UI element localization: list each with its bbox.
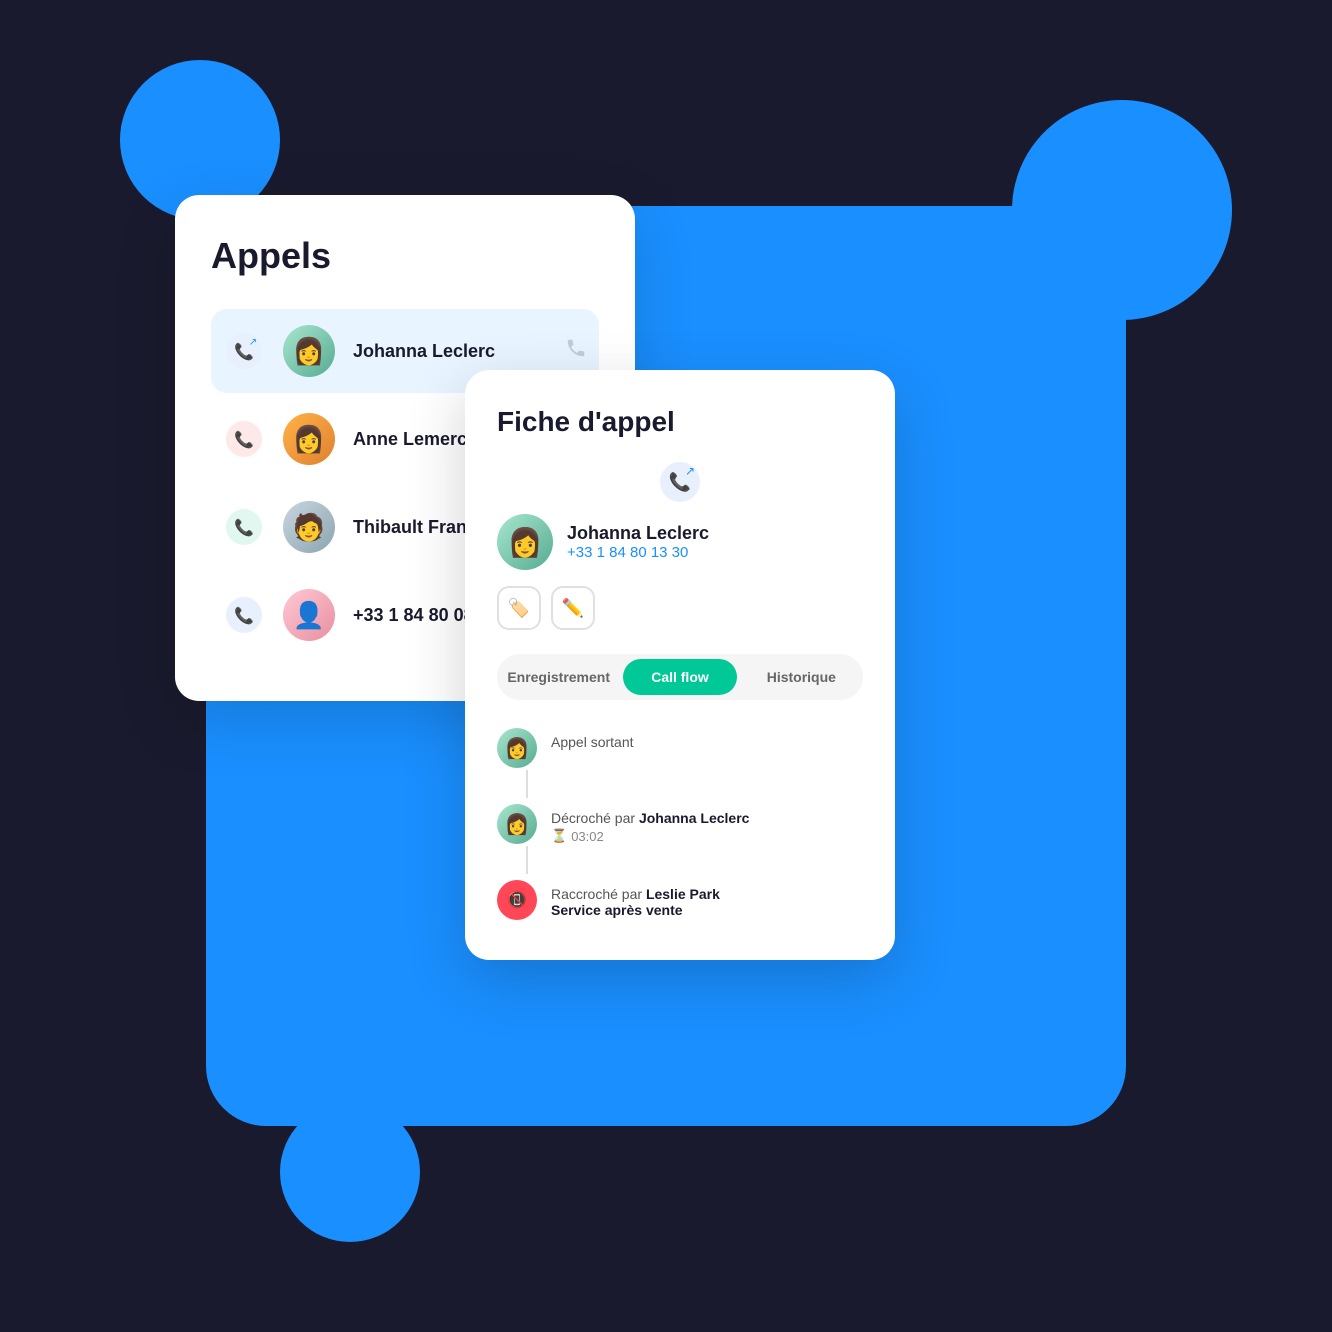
tab-historique[interactable]: Historique	[745, 659, 858, 695]
svg-text:↗: ↗	[249, 337, 257, 348]
blob-bottomleft	[280, 1102, 420, 1242]
tag-button[interactable]: 🏷️	[497, 586, 541, 630]
avatar-thibault: 🧑	[283, 501, 335, 553]
svg-text:📞: 📞	[234, 429, 254, 449]
call-icon-outgoing-johanna: 📞 ↗	[223, 330, 265, 372]
timeline-item-answered: 👩 Décroché par Johanna Leclerc ⏳ 03:02	[497, 804, 863, 880]
svg-text:📞: 📞	[234, 605, 254, 625]
timeline-label-step3-prefix: Raccroché par	[551, 886, 646, 902]
hourglass-icon: ⏳	[551, 828, 567, 844]
timeline-duration-value: 03:02	[571, 829, 604, 844]
timeline-duration-step2: ⏳ 03:02	[551, 828, 863, 844]
timeline-avatar-step1: 👩	[497, 728, 537, 768]
call-name-johanna: Johanna Leclerc	[353, 341, 547, 362]
avatar-johanna: 👩	[283, 325, 335, 377]
timeline-label-step3-bold: Leslie Park	[646, 886, 720, 902]
detail-panel: Fiche d'appel 📞 ↗ 👩 Johanna Leclerc +33 …	[465, 370, 895, 960]
scene: Appels 📞 ↗ 👩 Johanna Leclerc	[0, 0, 1332, 1332]
svg-text:↗: ↗	[685, 464, 695, 478]
detail-contact-name: Johanna Leclerc	[567, 523, 709, 544]
avatar-anne: 👩	[283, 413, 335, 465]
call-phone-icon-johanna[interactable]	[565, 337, 587, 365]
outgoing-call-direction-icon: 📞 ↗	[660, 462, 700, 502]
detail-contact-phone: +33 1 84 80 13 30	[567, 544, 709, 561]
tab-enregistrement[interactable]: Enregistrement	[502, 659, 615, 695]
call-icon-outgoing-unknown: 📞	[223, 594, 265, 636]
tab-callflow[interactable]: Call flow	[623, 659, 736, 695]
timeline-item-outgoing: 👩 Appel sortant	[497, 728, 863, 804]
timeline-content-step3: Raccroché par Leslie Park Service après …	[551, 880, 863, 918]
timeline-label-step3: Raccroché par Leslie Park	[551, 886, 863, 902]
avatar-unknown: 👤	[283, 589, 335, 641]
detail-avatar-johanna: 👩	[497, 514, 553, 570]
timeline-avatar-step2: 👩	[497, 804, 537, 844]
blob-topright	[1012, 100, 1232, 320]
timeline-label-step2-bold: Johanna Leclerc	[639, 810, 750, 826]
call-icon-missed-anne: 📞	[223, 418, 265, 460]
hangup-icon: 📵	[507, 890, 527, 910]
timeline-label-step1: Appel sortant	[551, 734, 863, 750]
timeline-connector-1	[526, 770, 528, 798]
detail-contact-row: 👩 Johanna Leclerc +33 1 84 80 13 30	[497, 514, 863, 570]
detail-contact-info: Johanna Leclerc +33 1 84 80 13 30	[567, 523, 709, 561]
timeline-content-step1: Appel sortant	[551, 728, 863, 750]
tabs-row: Enregistrement Call flow Historique	[497, 654, 863, 700]
detail-actions: 🏷️ ✏️	[497, 586, 863, 630]
timeline-label-step2-prefix: Décroché par	[551, 810, 639, 826]
call-icon-incoming-thibault: 📞	[223, 506, 265, 548]
timeline: 👩 Appel sortant 👩 Décr	[497, 728, 863, 924]
timeline-connector-2	[526, 846, 528, 874]
detail-direction-icon-row: 📞 ↗	[497, 462, 863, 502]
svg-text:📞: 📞	[234, 517, 254, 537]
timeline-avatar-step3: 📵	[497, 880, 537, 920]
dot-topright	[1120, 220, 1142, 242]
timeline-item-hangup: 📵 Raccroché par Leslie Park Service aprè…	[497, 880, 863, 924]
detail-title: Fiche d'appel	[497, 406, 863, 438]
timeline-content-step2: Décroché par Johanna Leclerc ⏳ 03:02	[551, 804, 863, 844]
timeline-label-step2: Décroché par Johanna Leclerc	[551, 810, 863, 826]
calls-title: Appels	[211, 235, 599, 277]
edit-button[interactable]: ✏️	[551, 586, 595, 630]
timeline-sublabel-step3: Service après vente	[551, 902, 863, 918]
